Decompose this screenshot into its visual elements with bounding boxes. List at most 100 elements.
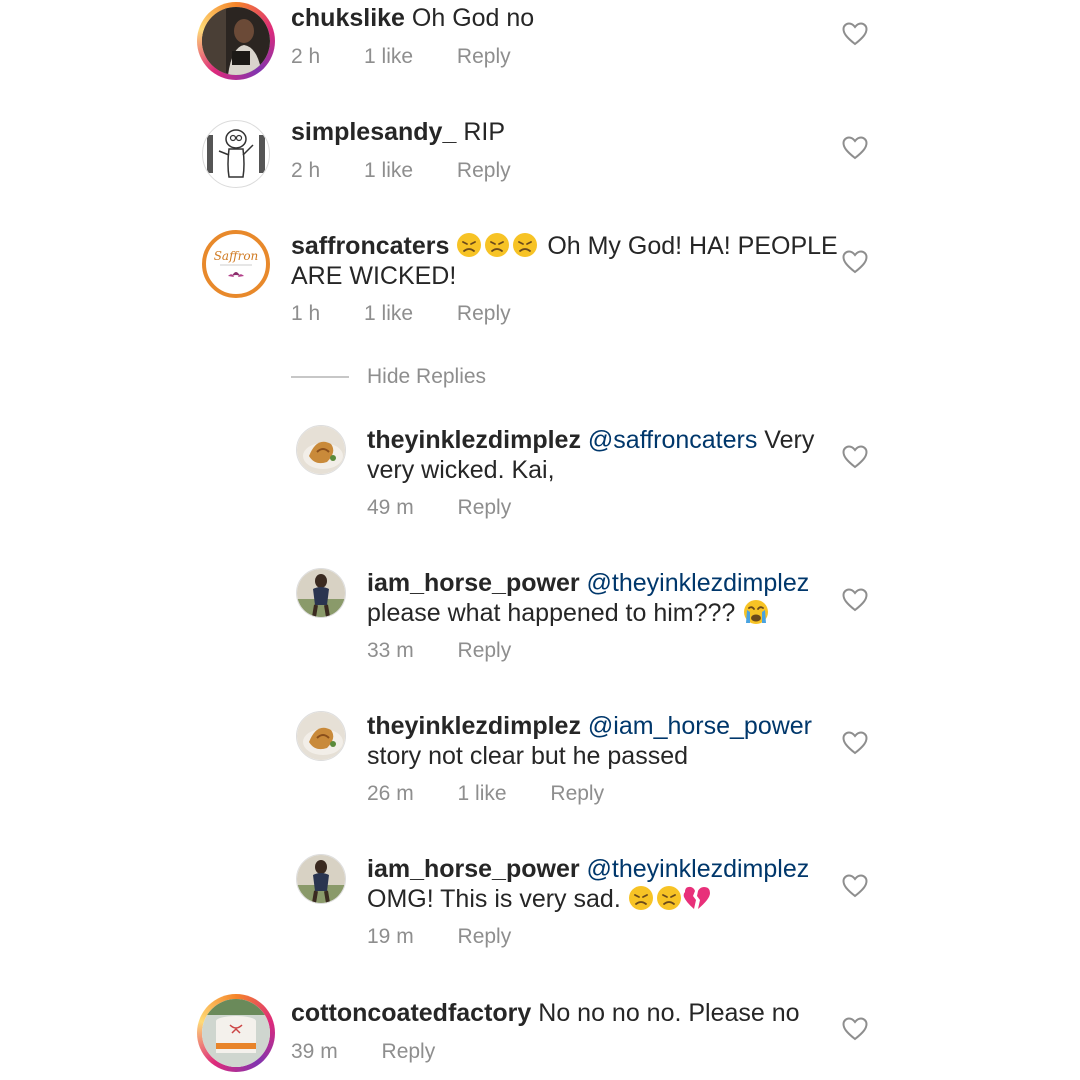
like-count[interactable]: 1 like <box>364 302 413 326</box>
comment-meta: 39 m Reply <box>291 1040 435 1064</box>
heart-icon[interactable] <box>842 136 868 160</box>
comment-text: cottoncoatedfactory No no no no. Please … <box>291 998 800 1028</box>
comment-body: RIP <box>463 118 505 146</box>
username[interactable]: simplesandy_ <box>291 118 456 146</box>
like-count[interactable]: 1 like <box>458 782 507 806</box>
comment-chukslike: chukslike Oh God no 2 h 1 like Reply <box>0 0 1080 110</box>
reply-button[interactable]: Reply <box>457 159 511 183</box>
reply-meta: 49 m Reply <box>367 496 511 520</box>
heart-icon[interactable] <box>842 445 868 469</box>
heart-icon[interactable] <box>842 874 868 898</box>
timestamp: 2 h <box>291 45 321 68</box>
timestamp: 1 h <box>291 302 321 325</box>
username[interactable]: cottoncoatedfactory <box>291 999 531 1027</box>
sad-faces-and-broken-heart-emoji <box>628 885 714 918</box>
mention-link[interactable]: @theyinklezdimplez <box>587 855 810 883</box>
avatar-cake-photo <box>202 999 270 1067</box>
timestamp: 26 m <box>367 782 414 805</box>
comment-meta: 1 h 1 like Reply <box>291 302 511 326</box>
avatar-food-photo <box>297 426 345 474</box>
hide-replies-label[interactable]: Hide Replies <box>367 365 486 389</box>
reply-text-line1: theyinklezdimplez @iam_horse_power <box>367 711 812 741</box>
avatar[interactable]: Saffron <box>202 230 270 298</box>
reply-meta: 19 m Reply <box>367 925 511 949</box>
avatar[interactable] <box>202 999 270 1067</box>
reply-body: story not clear but he passed <box>367 742 689 770</box>
username[interactable]: iam_horse_power <box>367 569 580 597</box>
reply-body-continued: very wicked. Kai, <box>367 456 555 484</box>
reply-button[interactable]: Reply <box>458 496 512 520</box>
like-count[interactable]: 1 like <box>364 159 413 183</box>
mention-link[interactable]: @saffroncaters <box>588 426 757 454</box>
comment-body: No no no no. Please no <box>538 999 800 1027</box>
avatar-drawing <box>207 129 265 178</box>
timestamp: 2 h <box>291 159 321 182</box>
avatar-person-photo <box>297 569 345 617</box>
timestamp: 19 m <box>367 925 414 948</box>
comment-meta: 2 h 1 like Reply <box>291 159 511 183</box>
mention-link[interactable]: @theyinklezdimplez <box>587 569 810 597</box>
avatar[interactable] <box>296 425 346 475</box>
comment-text: simplesandy_ RIP <box>291 117 505 147</box>
mention-link[interactable]: @iam_horse_power <box>588 712 812 740</box>
reply-text-line1: iam_horse_power @theyinklezdimplez <box>367 854 809 884</box>
heart-icon[interactable] <box>842 250 868 274</box>
avatar[interactable] <box>296 568 346 618</box>
crying-face-emoji <box>742 599 770 632</box>
heart-icon[interactable] <box>842 731 868 755</box>
reply-body: Very <box>764 426 815 454</box>
sad-face-emoji <box>456 232 540 265</box>
username[interactable]: iam_horse_power <box>367 855 580 883</box>
reply-meta: 26 m 1 like Reply <box>367 782 604 806</box>
comment-text-line2: ARE WICKED! <box>291 261 456 291</box>
like-count[interactable]: 1 like <box>364 45 413 69</box>
avatar[interactable] <box>202 120 270 188</box>
reply-button[interactable]: Reply <box>458 639 512 663</box>
comment-simplesandy: simplesandy_ RIP 2 h 1 like Reply <box>0 110 1080 220</box>
username[interactable]: chukslike <box>291 4 405 32</box>
saffron-logo: Saffron <box>214 249 259 277</box>
reply-iam-horse-power: iam_horse_power @theyinklezdimplez pleas… <box>0 563 1080 683</box>
reply-button[interactable]: Reply <box>382 1040 436 1064</box>
comment-text-line1: saffroncaters Oh My God! HA! PEOPLE <box>291 231 838 265</box>
heart-icon[interactable] <box>842 1017 868 1041</box>
reply-body: OMG! This is very sad. <box>367 885 621 913</box>
reply-text-line2: very wicked. Kai, <box>367 455 555 485</box>
reply-text-line2: please what happened to him??? <box>367 598 770 632</box>
comment-body: Oh God no <box>411 4 535 32</box>
reply-text-line1: theyinklezdimplez @saffroncaters Very <box>367 425 814 455</box>
username[interactable]: theyinklezdimplez <box>367 712 581 740</box>
heart-icon[interactable] <box>842 22 868 46</box>
reply-iam-horse-power-2: iam_horse_power @theyinklezdimplez OMG! … <box>0 849 1080 969</box>
comment-body-continued: ARE WICKED! <box>291 262 457 290</box>
username[interactable]: saffroncaters <box>291 232 449 260</box>
reply-button[interactable]: Reply <box>458 925 512 949</box>
reply-text-line1: iam_horse_power @theyinklezdimplez <box>367 568 809 598</box>
reply-body: please what happened to him??? <box>367 599 736 627</box>
heart-icon[interactable] <box>842 588 868 612</box>
comment-cottoncoatedfactory: cottoncoatedfactory No no no no. Please … <box>0 990 1080 1080</box>
comment-saffroncaters: Saffron saffroncaters Oh My God! HA! PEO… <box>0 225 1080 345</box>
avatar[interactable] <box>296 711 346 761</box>
hide-replies-toggle[interactable]: Hide Replies <box>291 362 486 392</box>
saffron-logo-text: Saffron <box>214 249 259 263</box>
reply-theyinklezdimplez-2: theyinklezdimplez @iam_horse_power story… <box>0 706 1080 826</box>
timestamp: 33 m <box>367 639 414 662</box>
avatar-photo <box>202 7 270 75</box>
divider <box>291 376 349 378</box>
reply-meta: 33 m Reply <box>367 639 511 663</box>
avatar[interactable] <box>296 854 346 904</box>
reply-theyinklezdimplez: theyinklezdimplez @saffroncaters Very ve… <box>0 420 1080 540</box>
timestamp: 39 m <box>291 1040 338 1063</box>
comment-meta: 2 h 1 like Reply <box>291 45 511 69</box>
reply-button[interactable]: Reply <box>550 782 604 806</box>
reply-button[interactable]: Reply <box>457 302 511 326</box>
reply-button[interactable]: Reply <box>457 45 511 69</box>
reply-text-line2: story not clear but he passed <box>367 741 688 771</box>
username[interactable]: theyinklezdimplez <box>367 426 581 454</box>
reply-text-line2: OMG! This is very sad. <box>367 884 714 918</box>
comment-body: Oh My God! HA! PEOPLE <box>547 232 838 260</box>
avatar[interactable] <box>202 7 270 75</box>
avatar-person-photo <box>297 855 345 903</box>
timestamp: 49 m <box>367 496 414 519</box>
